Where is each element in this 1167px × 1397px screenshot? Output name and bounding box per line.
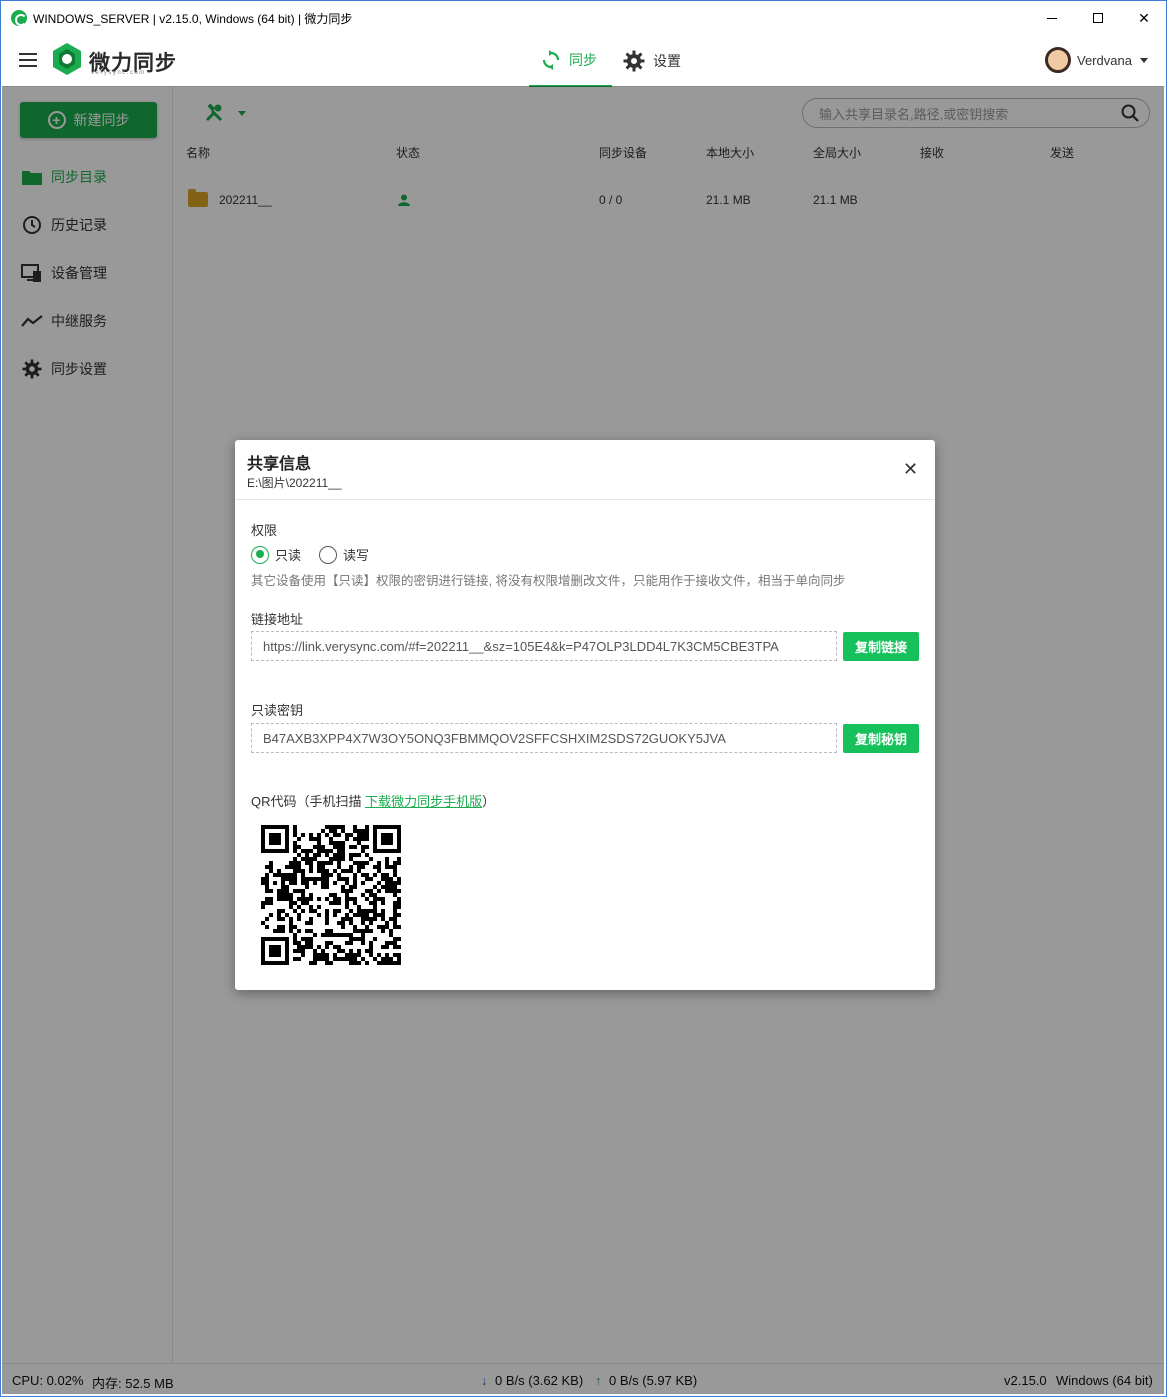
- qr-finder-pattern: [373, 825, 401, 853]
- maximize-button[interactable]: [1075, 1, 1121, 35]
- close-icon[interactable]: ✕: [903, 460, 918, 478]
- close-icon: ✕: [1138, 9, 1150, 26]
- avatar: [1045, 47, 1071, 73]
- permission-label: 权限: [251, 523, 278, 538]
- radio-label: 只读: [275, 548, 302, 563]
- qr-label: QR代码（手机扫描 下载微力同步手机版）: [251, 791, 495, 810]
- title-bar[interactable]: WINDOWS_SERVER | v2.15.0, Windows (64 bi…: [1, 1, 1166, 35]
- copy-link-button[interactable]: 复制链接: [843, 632, 919, 661]
- qr-finder-pattern: [261, 937, 289, 965]
- gear-icon: [623, 50, 645, 72]
- sync-icon: [542, 50, 560, 70]
- link-label: 链接地址: [251, 612, 304, 627]
- tab-sync-label: 同步: [569, 52, 597, 68]
- qr-label-suffix: ）: [482, 794, 496, 809]
- qr-modules: [261, 825, 401, 965]
- key-field[interactable]: B47AXB3XPP4X7W3OY5ONQ3FBMMQOV2SFFCSHXIM2…: [251, 723, 837, 753]
- radio-circle: [251, 545, 269, 564]
- tab-settings[interactable]: 设置: [623, 35, 681, 87]
- chevron-down-icon: [1139, 57, 1148, 63]
- radio-read-write[interactable]: 读写: [319, 545, 369, 564]
- maximize-icon: [1093, 13, 1103, 23]
- dialog-header: 共享信息 E:\图片\202211__ ✕: [235, 440, 935, 500]
- menu-icon[interactable]: [19, 53, 37, 67]
- verysync-logo-icon: [53, 43, 81, 75]
- tab-sync[interactable]: 同步: [529, 35, 612, 87]
- app-logo-icon: [11, 10, 27, 26]
- key-label: 只读密钥: [251, 703, 304, 718]
- user-menu[interactable]: Verdvana: [1045, 47, 1148, 73]
- app-header: 微力同步 verysync.com 同步 设置 Verdvana: [3, 35, 1165, 87]
- minimize-button[interactable]: [1029, 1, 1075, 35]
- tab-settings-label: 设置: [653, 53, 681, 69]
- permission-hint: 其它设备使用【只读】权限的密钥进行链接, 将没有权限增删改文件，只能用作于接收文…: [251, 574, 846, 588]
- qr-finder-pattern: [261, 825, 289, 853]
- link-field[interactable]: https://link.verysync.com/#f=202211__&sz…: [251, 631, 837, 661]
- qr-code: [261, 825, 401, 965]
- dialog-title: 共享信息: [247, 456, 312, 473]
- radio-read-only[interactable]: 只读: [251, 545, 301, 564]
- share-info-dialog: 共享信息 E:\图片\202211__ ✕ 权限 只读 读写 其它设备使用【只读…: [235, 440, 935, 990]
- folder-path: E:\图片\202211__: [247, 476, 342, 490]
- qr-label-prefix: QR代码（手机扫描: [251, 794, 366, 809]
- download-mobile-link[interactable]: 下载微力同步手机版: [365, 794, 482, 809]
- radio-circle: [319, 545, 337, 564]
- close-button[interactable]: ✕: [1121, 1, 1167, 35]
- logo-subtext: verysync.com: [91, 70, 146, 76]
- user-name: Verdvana: [1077, 52, 1132, 68]
- minimize-icon: [1047, 17, 1057, 19]
- radio-label: 读写: [343, 548, 370, 563]
- window-title: WINDOWS_SERVER | v2.15.0, Windows (64 bi…: [33, 11, 353, 26]
- copy-key-button[interactable]: 复制秘钥: [843, 724, 919, 753]
